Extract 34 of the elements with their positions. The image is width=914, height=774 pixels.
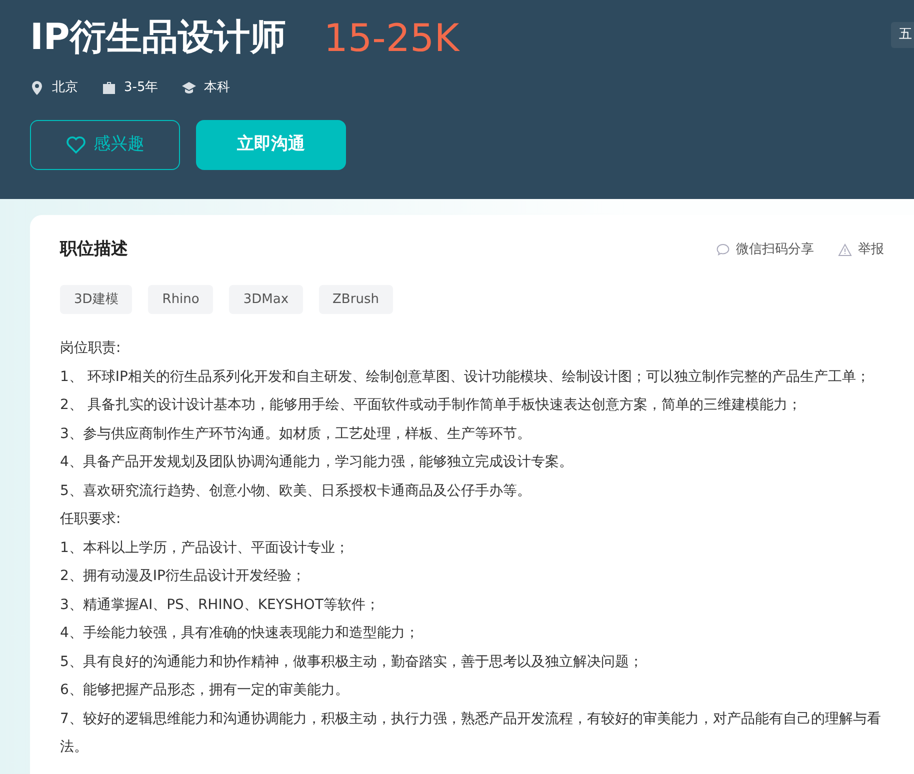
description-line: 5、喜欢研究流行趋势、创意小物、欧美、日系授权卡通商品及公仔手办等。 [60,482,532,500]
description-line: 5、具有良好的沟通能力和协作精神，做事积极主动，勤奋踏实，善于思考以及独立解决问题； [60,652,644,672]
section-title: 职位描述 [60,238,128,261]
description-line: 1、 环球IP相关的衍生品系列化开发和自主研发、绘制创意草图、设计功能模块、绘制设计图；可以独立制作完整的产品生产工单； [60,368,871,386]
description-line: 任职要求: [60,510,122,529]
skill-tag: 3D建模 [60,284,132,314]
description-line: 2、 具备扎实的设计设计基本功，能够用手绘、平面软件或动手制作简单手板快速表达创意方案，简单的三维建模能力； [60,396,802,415]
salary: 15-25K [324,16,460,60]
interest-button[interactable]: 感兴趣 [30,120,180,170]
share-link[interactable]: 微信扫码分享 [716,240,814,260]
job-title: IP衍生品设计师 [30,16,286,60]
experience-label: 3-5年 [124,79,158,97]
heart-icon [66,136,86,154]
chat-bubble-icon [716,242,730,257]
description-line: 3、参与供应商制作生产环节沟通。如材质，工艺处理，样板、生产等环节。 [60,424,532,444]
description-line: 2、拥有动漫及IP衍生品设计开发经验； [60,567,306,586]
description-line: 3、精通掌握AI、PS、RHINO、KEYSHOT等软件； [60,596,380,614]
briefcase-icon [102,80,116,95]
graduation-cap-icon [182,80,196,95]
skill-tag: 3DMax [229,284,303,314]
location-pin-icon [30,80,44,95]
report-link[interactable]: 举报 [838,240,884,260]
description-line: 1、本科以上学历，产品设计、平面设计专业； [60,538,350,558]
description-line: 4、具备产品开发规划及团队协调沟通能力，学习能力强，能够独立完成设计专案。 [60,453,574,472]
city-label: 北京 [52,79,78,97]
side-tag[interactable]: 五 [891,22,914,48]
description-line: 岗位职责: [60,339,122,358]
description-line: 6、能够把握产品形态，拥有一定的审美能力。 [60,681,350,700]
description-line: 4、手绘能力较强，具有准确的快速表现能力和造型能力； [60,624,420,643]
description-line: 7、较好的逻辑思维能力和沟通协调能力，积极主动，执行力强，熟悉产品开发流程，有较好的审美能力，对产品能有自己的理解与看法。 [60,710,882,757]
skill-tag: ZBrush [318,284,393,314]
education-label: 本科 [204,79,230,97]
warning-icon [838,242,852,257]
skill-tag: Rhino [148,284,214,314]
